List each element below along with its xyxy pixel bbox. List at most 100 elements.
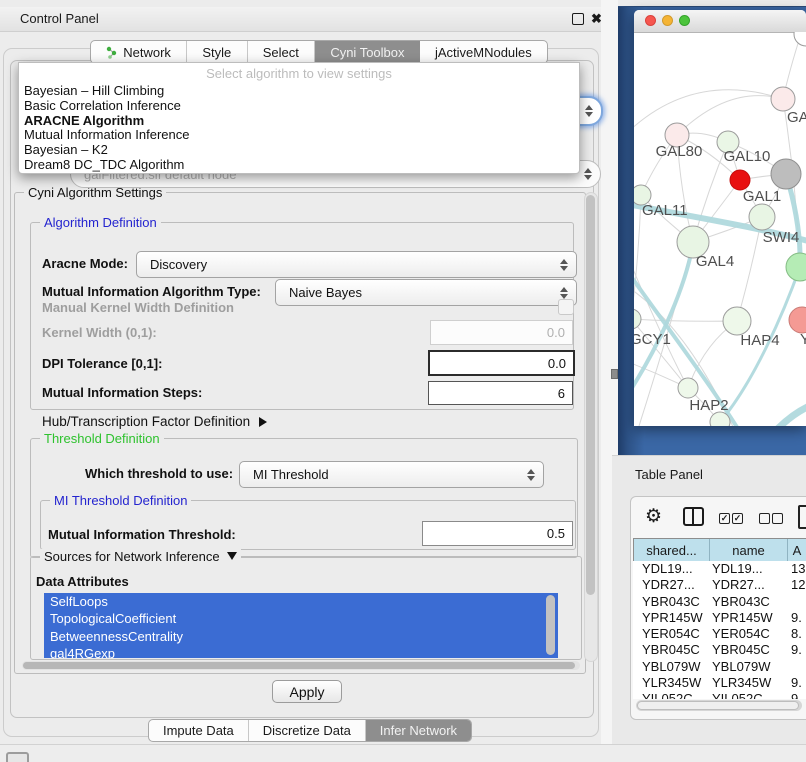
dropdown-item[interactable]: Bayesian – Hill Climbing — [19, 84, 579, 99]
combo-stepper-icon — [526, 468, 535, 482]
minimized-panel-icon[interactable] — [6, 752, 29, 762]
hub-definition-toggle[interactable]: Hub/Transcription Factor Definition — [42, 414, 267, 429]
network-node[interactable] — [789, 307, 806, 333]
tab-style[interactable]: Style — [187, 41, 247, 63]
network-node[interactable] — [723, 307, 751, 335]
window-zoom-button[interactable] — [679, 15, 690, 26]
dropdown-item[interactable]: Dream8 DC_TDC Algorithm — [19, 158, 579, 173]
table-cell: YBR043C — [633, 594, 709, 610]
node-label: HAP4 — [740, 332, 779, 349]
table-row[interactable]: YDR27...YDR27...12 — [633, 577, 806, 593]
aracne-mode-value: Discovery — [150, 257, 207, 272]
tab-label: Select — [263, 45, 299, 60]
attribute-list-item[interactable]: SelfLoops — [44, 593, 558, 610]
tab-network[interactable]: Network — [91, 41, 187, 63]
dropdown-item[interactable]: Bayesian – K2 — [19, 143, 579, 158]
network-window-titlebar[interactable] — [634, 10, 806, 33]
network-node[interactable] — [749, 204, 775, 230]
mi-threshold-field[interactable]: 0.5 — [422, 521, 573, 546]
hub-definition-label: Hub/Transcription Factor Definition — [42, 414, 250, 429]
select-all-checkbox-icon[interactable]: ✓ — [719, 513, 730, 524]
scrollbar-thumb[interactable] — [23, 662, 575, 669]
column-header-shared-name[interactable]: shared... — [634, 539, 710, 561]
tab-infer-network[interactable]: Infer Network — [366, 720, 471, 741]
expanded-arrow-icon — [227, 552, 237, 560]
dpi-tolerance-value: 0.0 — [548, 356, 566, 371]
dropdown-item[interactable]: Mutual Information Inference — [19, 128, 579, 143]
column-header-partial[interactable]: A — [788, 539, 806, 561]
network-node[interactable] — [730, 170, 750, 190]
dropdown-item[interactable]: Basic Correlation Inference — [19, 99, 579, 114]
network-node[interactable] — [794, 32, 806, 46]
attribute-list-item[interactable]: TopologicalCoefficient — [44, 610, 558, 627]
table-row[interactable]: YIL052CYIL052C9. — [633, 691, 806, 699]
table-horizontal-scrollbar[interactable] — [636, 700, 802, 711]
table-row[interactable]: YBL079WYBL079W — [633, 659, 806, 675]
tab-discretize-data[interactable]: Discretize Data — [249, 720, 366, 741]
tab-jactivemnodules[interactable]: jActiveMNodules — [420, 41, 547, 63]
table-row[interactable]: YBR045CYBR045C9. — [633, 642, 806, 658]
kernel-width-field[interactable]: 0.0 — [430, 320, 573, 345]
control-panel-titlebar: Control Panel ✖ — [0, 7, 612, 32]
attribute-list-item[interactable]: BetweennessCentrality — [44, 628, 558, 645]
table-cell: 8. — [787, 626, 802, 642]
table-cell: YIL052C — [709, 691, 787, 699]
scrollbar-thumb[interactable] — [637, 701, 799, 710]
table-cell: YER054C — [709, 626, 787, 642]
combo-stepper-icon — [559, 258, 568, 272]
network-node[interactable] — [771, 159, 801, 189]
dpi-tolerance-field[interactable]: 0.0 — [428, 350, 575, 376]
group-title: MI Threshold Definition — [50, 493, 191, 508]
table-row[interactable]: YDL19...YDL19...13 — [633, 561, 806, 577]
settings-vertical-scrollbar[interactable] — [584, 192, 598, 662]
network-canvas[interactable]: GALGAL80GAL10GAL1GAL11GAL4SWI4GCY1HAP4YH… — [634, 32, 806, 426]
table-cell: YLR345W — [709, 675, 787, 691]
attribute-list-item[interactable]: gal4RGexp — [44, 645, 558, 658]
manual-kernel-checkbox[interactable] — [558, 299, 574, 315]
float-window-icon[interactable] — [572, 13, 584, 25]
divider-grip-icon[interactable] — [611, 369, 618, 379]
table-row[interactable]: YLR345WYLR345W9. — [633, 675, 806, 691]
list-scrollbar-thumb[interactable] — [546, 595, 555, 655]
scrollbar-thumb[interactable] — [586, 195, 595, 595]
aracne-mode-combobox[interactable]: Discovery — [136, 251, 577, 278]
table-cell: YIL052C — [633, 691, 709, 699]
window-minimize-button[interactable] — [662, 15, 673, 26]
table-row[interactable]: YER054CYER054C8. — [633, 626, 806, 642]
deselect-all-checkbox-icon[interactable] — [772, 513, 783, 524]
mi-steps-field[interactable]: 6 — [428, 381, 573, 405]
network-node[interactable] — [678, 378, 698, 398]
mi-threshold-label: Mutual Information Threshold: — [48, 527, 236, 542]
select-all-checkbox-icon[interactable]: ✓ — [732, 513, 743, 524]
tab-select[interactable]: Select — [248, 41, 316, 63]
mi-type-combobox[interactable]: Naive Bayes — [275, 279, 577, 306]
table-cell: YBR045C — [633, 642, 709, 658]
tab-label: Network — [123, 45, 171, 60]
window-close-button[interactable] — [645, 15, 656, 26]
table-row[interactable]: YBR043CYBR043C — [633, 594, 806, 610]
settings-horizontal-scrollbar[interactable] — [22, 661, 580, 670]
kernel-width-label: Kernel Width (0,1): — [42, 325, 157, 340]
status-bar — [0, 744, 806, 762]
table-row[interactable]: YPR145WYPR145W9. — [633, 610, 806, 626]
network-view-window[interactable]: GALGAL80GAL10GAL1GAL11GAL4SWI4GCY1HAP4YH… — [634, 10, 806, 426]
table-columns-icon[interactable] — [683, 507, 704, 526]
network-node[interactable] — [634, 309, 641, 329]
table-cell: YBL079W — [709, 659, 787, 675]
apply-button[interactable]: Apply — [272, 680, 342, 703]
table-header-row: shared... name A — [633, 538, 806, 562]
dropdown-item[interactable]: ARACNE Algorithm — [19, 114, 579, 129]
table-settings-gear-icon[interactable]: ⚙︎ — [645, 505, 662, 528]
table-cell: YDL19... — [709, 561, 787, 577]
network-node[interactable] — [771, 87, 795, 111]
tab-cyni-toolbox[interactable]: Cyni Toolbox — [315, 41, 420, 63]
data-attributes-list[interactable]: SelfLoopsTopologicalCoefficientBetweenne… — [44, 593, 558, 658]
column-header-name[interactable]: name — [710, 539, 788, 561]
network-edge — [634, 319, 737, 321]
export-table-icon[interactable] — [798, 505, 806, 529]
deselect-all-checkbox-icon[interactable] — [759, 513, 770, 524]
which-threshold-combobox[interactable]: MI Threshold — [239, 461, 544, 488]
network-node[interactable] — [786, 253, 806, 281]
tab-impute-data[interactable]: Impute Data — [149, 720, 249, 741]
table-cell: YPR145W — [633, 610, 709, 626]
